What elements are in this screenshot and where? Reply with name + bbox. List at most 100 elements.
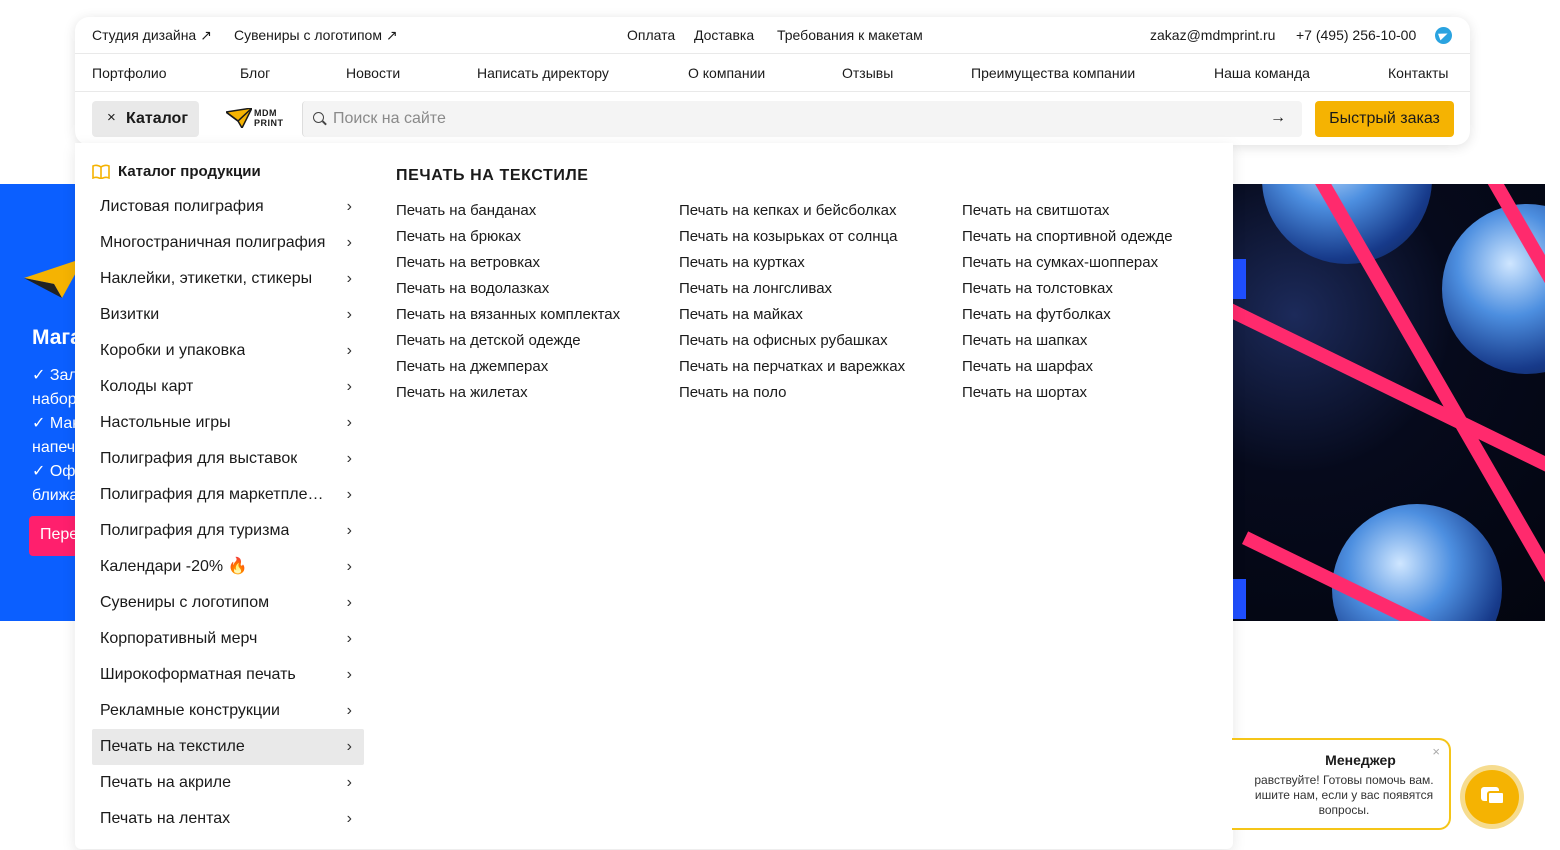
- category-label: Полиграфия для туризма: [100, 522, 290, 539]
- chevron-right-icon: ›: [346, 450, 352, 467]
- category-label: Печать на лентах: [100, 810, 231, 827]
- nav-reviews[interactable]: Отзывы: [842, 65, 893, 81]
- category-item[interactable]: Настольные игры ›: [92, 405, 364, 441]
- souvenirs-link[interactable]: Сувениры с логотипом ↗: [234, 27, 398, 44]
- book-icon: [92, 164, 110, 179]
- hero-line: ближа: [32, 487, 79, 504]
- quick-order-button[interactable]: Быстрый заказ: [1315, 101, 1454, 137]
- category-item[interactable]: Наклейки, этикетки, стикеры ›: [92, 261, 364, 297]
- delivery-link[interactable]: Доставка: [694, 27, 754, 43]
- nav-portfolio[interactable]: Портфолио: [92, 65, 167, 81]
- category-label: Наклейки, этикетки, стикеры: [100, 270, 313, 287]
- subcategory-link[interactable]: Печать на брюках: [396, 226, 620, 252]
- hero-line: напеч: [32, 439, 76, 456]
- subcategory-link[interactable]: Печать на футболках: [962, 304, 1173, 330]
- category-item[interactable]: Полиграфия для маркетплейсов ›: [92, 477, 364, 513]
- category-item[interactable]: Широкоформатная печать ›: [92, 657, 364, 693]
- subcategory-link[interactable]: Печать на куртках: [679, 252, 905, 278]
- catalog-button[interactable]: × Каталог: [92, 101, 199, 137]
- phone-link[interactable]: +7 (495) 256-10-00: [1296, 27, 1416, 43]
- category-label: Сувениры с логотипом: [100, 594, 270, 611]
- subcategory-link[interactable]: Печать на вязанных комплектах: [396, 304, 620, 330]
- category-item[interactable]: Листовая полиграфия ›: [92, 189, 364, 225]
- category-item[interactable]: Корпоративный мерч ›: [92, 621, 364, 657]
- chevron-right-icon: ›: [346, 774, 352, 791]
- subcategory-link[interactable]: Печать на спортивной одежде: [962, 226, 1173, 252]
- subcategory-link[interactable]: Печать на детской одежде: [396, 330, 620, 356]
- nav-about[interactable]: О компании: [688, 65, 765, 81]
- subcategory-link[interactable]: Печать на лонгсливах: [679, 278, 905, 304]
- subcategory-link[interactable]: Печать на перчатках и варежках: [679, 356, 905, 382]
- subcategory-link[interactable]: Печать на сумках-шопперах: [962, 252, 1173, 278]
- category-item[interactable]: Календари -20% 🔥 ›: [92, 549, 364, 585]
- category-item[interactable]: Многостраничная полиграфия ›: [92, 225, 364, 261]
- category-label: Листовая полиграфия: [100, 198, 264, 215]
- chat-button[interactable]: [1460, 765, 1524, 829]
- subcategory-link[interactable]: Печать на шарфах: [962, 356, 1173, 382]
- hero-image: [1232, 184, 1545, 621]
- email-link[interactable]: zakaz@mdmprint.ru: [1150, 27, 1275, 43]
- search-bar: →: [302, 101, 1302, 137]
- subcategory-column: Печать на кепках и бейсболках Печать на к…: [679, 200, 905, 408]
- nav-blog[interactable]: Блог: [240, 65, 270, 81]
- category-label: Полиграфия для маркетплейсов: [100, 486, 332, 503]
- nav-contacts[interactable]: Контакты: [1388, 65, 1448, 81]
- subcategory-link[interactable]: Печать на офисных рубашках: [679, 330, 905, 356]
- category-list: Листовая полиграфия › Многостраничная поли…: [92, 189, 364, 837]
- mdm-print-logo[interactable]: MDM PRINT: [224, 107, 286, 130]
- chevron-right-icon: ›: [346, 702, 352, 719]
- subcategory-title: ПЕЧАТЬ НА ТЕКСТИЛЕ: [396, 167, 589, 184]
- catalog-button-label: Каталог: [126, 110, 188, 127]
- catalog-dropdown: Каталог продукции Листовая полиграфия › Мн…: [75, 143, 1233, 849]
- category-item[interactable]: Печать на акриле ›: [92, 765, 364, 801]
- subcategory-link[interactable]: Печать на жилетах: [396, 382, 620, 408]
- category-label: Корпоративный мерч: [100, 630, 258, 647]
- subcategory-link[interactable]: Печать на майках: [679, 304, 905, 330]
- category-label: Печать на акриле: [100, 774, 232, 791]
- category-item[interactable]: Коробки и упаковка ›: [92, 333, 364, 369]
- layout-requirements-link[interactable]: Требования к макетам: [777, 27, 923, 43]
- subcategory-link[interactable]: Печать на свитшотах: [962, 200, 1173, 226]
- close-icon[interactable]: ×: [1432, 744, 1440, 759]
- category-label: Визитки: [100, 306, 160, 323]
- telegram-icon[interactable]: [1435, 27, 1452, 44]
- category-item[interactable]: Полиграфия для туризма ›: [92, 513, 364, 549]
- subcategory-link[interactable]: Печать на кепках и бейсболках: [679, 200, 905, 226]
- category-item[interactable]: Визитки ›: [92, 297, 364, 333]
- category-label: Широкоформатная печать: [100, 666, 296, 683]
- nav-write-director[interactable]: Написать директору: [477, 65, 609, 81]
- chevron-right-icon: ›: [346, 306, 352, 323]
- category-item[interactable]: Печать на текстиле ›: [92, 729, 364, 765]
- chevron-right-icon: ›: [346, 810, 352, 827]
- category-label: Коробки и упаковка: [100, 342, 246, 359]
- category-label: Многостраничная полиграфия: [100, 234, 326, 251]
- nav-advantages[interactable]: Преимущества компании: [971, 65, 1135, 81]
- subcategory-link[interactable]: Печать на шортах: [962, 382, 1173, 408]
- category-item[interactable]: Печать на лентах ›: [92, 801, 364, 837]
- subcategory-link[interactable]: Печать на джемперах: [396, 356, 620, 382]
- subcategory-link[interactable]: Печать на козырьках от солнца: [679, 226, 905, 252]
- search-submit-arrow-icon[interactable]: →: [1270, 109, 1286, 127]
- category-item[interactable]: Колоды карт ›: [92, 369, 364, 405]
- category-item[interactable]: Полиграфия для выставок ›: [92, 441, 364, 477]
- category-item[interactable]: Рекламные конструкции ›: [92, 693, 364, 729]
- nav-news[interactable]: Новости: [346, 65, 400, 81]
- paper-plane-icon: [224, 107, 254, 130]
- category-item[interactable]: Сувениры с логотипом ›: [92, 585, 364, 621]
- subcategory-link[interactable]: Печать на ветровках: [396, 252, 620, 278]
- subcategory-link[interactable]: Печать на водолазках: [396, 278, 620, 304]
- chevron-right-icon: ›: [346, 378, 352, 395]
- subcategory-link[interactable]: Печать на толстовках: [962, 278, 1173, 304]
- manager-title: Менеджер: [1325, 752, 1396, 768]
- subcategory-link[interactable]: Печать на банданах: [396, 200, 620, 226]
- category-label: Печать на текстиле: [100, 738, 245, 755]
- subcategory-link[interactable]: Печать на шапках: [962, 330, 1173, 356]
- logo-line: PRINT: [254, 118, 284, 128]
- chevron-right-icon: ›: [346, 198, 352, 215]
- subcategory-link[interactable]: Печать на поло: [679, 382, 905, 408]
- site-header: Студия дизайна ↗ Сувениры с логотипом ↗ …: [75, 17, 1470, 145]
- payment-link[interactable]: Оплата: [627, 27, 675, 43]
- search-input[interactable]: [333, 101, 1253, 137]
- design-studio-link[interactable]: Студия дизайна ↗: [92, 27, 212, 44]
- nav-team[interactable]: Наша команда: [1214, 65, 1310, 81]
